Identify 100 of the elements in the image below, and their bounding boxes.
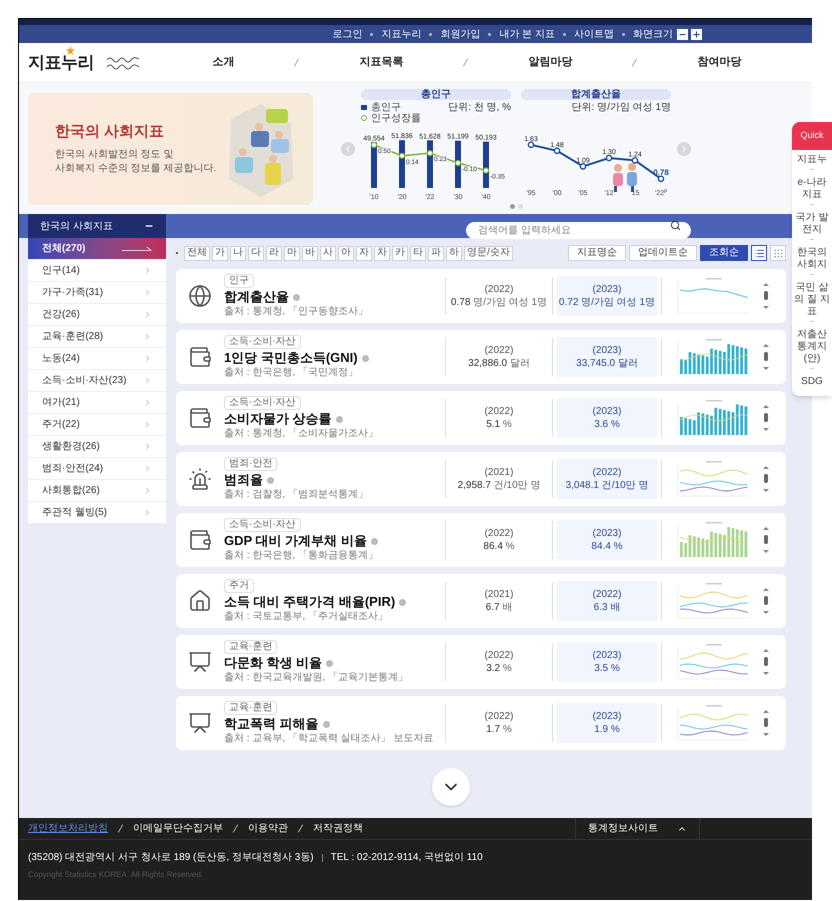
search-icon[interactable] <box>670 220 681 231</box>
info-icon[interactable] <box>326 660 334 666</box>
quick-menu-link[interactable]: 국가 발전지 <box>792 212 832 236</box>
sidebar-item[interactable]: 여가(21) <box>28 392 166 414</box>
letter-filter[interactable]: 파 <box>428 246 444 260</box>
reorder-handle-icon[interactable] <box>762 283 770 309</box>
nav-link[interactable]: 지표목록 <box>359 54 404 71</box>
indicator-title[interactable]: 다문화 학생 비율 <box>224 655 322 671</box>
indicator-title[interactable]: GDP 대비 가계부채 비율 <box>224 533 367 549</box>
sidebar-item[interactable]: 인구(14) <box>28 260 166 282</box>
letter-filter[interactable]: 타 <box>410 246 426 260</box>
site-logo[interactable]: 지표누리 <box>28 52 94 72</box>
letter-filter[interactable]: 하 <box>446 246 462 260</box>
quick-menu-link[interactable]: 국민 삶의 질 지표 <box>792 282 832 318</box>
info-icon[interactable] <box>370 538 378 544</box>
zoom-out-button[interactable] <box>677 28 688 40</box>
sort-button[interactable]: 지표명순 <box>568 245 626 261</box>
quick-menu-link[interactable]: 한국의 사회지 <box>792 247 832 271</box>
sidebar-item[interactable]: 사회통합(26) <box>28 480 166 502</box>
letter-filter[interactable]: 마 <box>284 246 300 260</box>
info-icon[interactable] <box>322 720 330 728</box>
sidebar-item[interactable]: 생활환경(26) <box>28 436 166 458</box>
indicator-card[interactable]: 소득·소비·자산 소비자물가 상승률 출처 : 통계청, 「소비자물가조사」 (2022) 5.1 % (2023) 3.6 % <box>176 391 786 445</box>
info-icon[interactable] <box>362 354 369 362</box>
footer-link[interactable]: 개인정보처리방침 <box>28 821 108 836</box>
nav-link[interactable]: 알림마당 <box>528 54 572 71</box>
letter-filter[interactable]: 아 <box>338 246 354 260</box>
sidebar-item[interactable]: 교육·훈련(28) <box>28 326 166 348</box>
letter-filter[interactable]: 가 <box>212 246 228 260</box>
sidebar-item[interactable]: 전체(270) <box>28 238 166 260</box>
sidebar-header[interactable]: 한국의 사회지표 <box>28 214 166 238</box>
sidebar-item[interactable]: 범죄·안전(24) <box>28 458 166 480</box>
letter-filter[interactable]: 라 <box>266 246 282 260</box>
utility-link[interactable]: 회원가입 <box>440 26 480 42</box>
quick-menu-link[interactable]: 저출산 통계지 (안) <box>792 329 832 365</box>
sidebar-item[interactable]: 소득·소비·자산(23) <box>28 370 166 392</box>
reorder-handle-icon[interactable] <box>762 710 770 736</box>
reorder-handle-icon[interactable] <box>762 588 770 614</box>
letter-filter[interactable]: 자 <box>356 246 372 260</box>
letter-filter[interactable]: 차 <box>374 246 390 260</box>
reorder-handle-icon[interactable] <box>762 649 770 675</box>
letter-filter[interactable]: 전체 <box>184 246 210 260</box>
sidebar-item[interactable]: 노동(24) <box>28 348 166 370</box>
reorder-handle-icon[interactable] <box>762 527 770 553</box>
indicator-card[interactable]: 교육·훈련 학교폭력 피해율 출처 : 교육부, 「학교폭력 실태조사」 보도자료 (2022) 1.7 % (2023) 1.9 % <box>176 696 786 750</box>
family-site-select[interactable]: 통계정보사이트 <box>575 818 700 840</box>
fertility-point <box>606 154 612 161</box>
indicator-card[interactable]: 소득·소비·자산 GDP 대비 가계부채 비율 출처 : 한국은행, 「통화금융통계」 (2022) 86.4 % (2023) 84.4 % <box>176 513 786 567</box>
indicator-title[interactable]: 합계출산율 <box>224 289 289 305</box>
next-slide-button[interactable] <box>677 142 691 156</box>
chevron-right-icon <box>143 442 152 451</box>
list-view-button[interactable] <box>751 245 767 261</box>
info-icon[interactable] <box>399 598 406 606</box>
footer-link[interactable]: 저작권정책 <box>313 821 363 836</box>
indicator-title[interactable]: 소비자물가 상승률 <box>224 411 332 427</box>
letter-filter[interactable]: 사 <box>320 246 336 260</box>
load-more-button[interactable] <box>432 768 470 806</box>
footer-link[interactable]: 이용약관 <box>248 821 288 836</box>
sidebar-item[interactable]: 가구·가족(31) <box>28 282 166 304</box>
utility-link[interactable]: 지표누리 <box>381 26 422 42</box>
indicator-title[interactable]: 소득 대비 주택가격 배율(PIR) <box>224 594 396 610</box>
zoom-in-button[interactable] <box>691 28 702 40</box>
quick-menu-link[interactable]: e-나라 지표 <box>792 177 832 201</box>
indicator-card[interactable]: 교육·훈련 다문화 학생 비율 출처 : 한국교육개발원, 「교육기본통계」 (2022) 3.2 % (2023) 3.5 % <box>176 635 786 689</box>
sort-button[interactable]: 조회순 <box>700 245 748 261</box>
letter-filter[interactable]: 나 <box>230 246 246 260</box>
letter-filter[interactable]: 카 <box>392 246 408 260</box>
indicator-card[interactable]: 소득·소비·자산 1인당 국민총소득(GNI) 출처 : 한국은행, 「국민계정」 (2022) 32,886.0 달러 (2023) 33,745.0 달러 <box>176 330 786 384</box>
utility-link[interactable]: 화면크기 <box>633 26 673 42</box>
nav-link[interactable]: 참여마당 <box>697 54 742 71</box>
info-icon[interactable] <box>293 294 300 300</box>
legend-swatch <box>361 104 367 110</box>
letter-filter[interactable]: 다 <box>248 246 264 260</box>
footer-link[interactable]: 이메일무단수집거부 <box>133 821 223 836</box>
letter-filter[interactable]: 영문/숫자 <box>464 246 513 260</box>
reorder-handle-icon[interactable] <box>762 466 770 492</box>
indicator-title[interactable]: 범죄율 <box>224 472 263 488</box>
search-field[interactable]: 검색어를 입력하세요 <box>466 222 691 239</box>
reorder-handle-icon[interactable] <box>762 405 770 431</box>
nav-link[interactable]: 소개 <box>212 54 234 71</box>
info-icon[interactable] <box>336 416 343 422</box>
sort-button[interactable]: 업데이트순 <box>629 245 697 261</box>
source-text: 출처 : 통계청, 「소비자물가조사」 <box>224 428 379 440</box>
sidebar-item[interactable]: 주관적 웰빙(5) <box>28 502 166 524</box>
info-icon[interactable] <box>267 476 274 484</box>
utility-link[interactable]: 로그인 <box>332 26 362 42</box>
reorder-handle-icon[interactable] <box>762 344 770 370</box>
utility-link[interactable]: 사이트맵 <box>574 26 614 42</box>
previous-slide-button[interactable] <box>341 142 355 156</box>
sidebar-item[interactable]: 주거(22) <box>28 414 166 436</box>
quick-menu-link[interactable]: 지표누 <box>796 154 828 166</box>
indicator-card[interactable]: 인구 합계출산율 출처 : 통계청, 「인구동향조사」 (2022) 0.78 명/가임 여성 1명 (2023) 0.72 명/가임 여성 1명 <box>176 269 786 323</box>
utility-link[interactable]: 내가 본 지표 <box>499 26 555 42</box>
indicator-title[interactable]: 1인당 국민총소득(GNI) <box>224 350 358 366</box>
indicator-card[interactable]: 주거 소득 대비 주택가격 배율(PIR) 출처 : 국토교통부, 「주거실태조사」 (2021) 6.7 배 (2022) 6.3 배 <box>176 574 786 628</box>
sidebar-item[interactable]: 건강(26) <box>28 304 166 326</box>
letter-filter[interactable]: 바 <box>302 246 318 260</box>
indicator-title[interactable]: 학교폭력 피해율 <box>224 716 319 732</box>
quick-menu-link[interactable]: SDG <box>800 376 824 388</box>
indicator-card[interactable]: 범죄·안전 범죄율 출처 : 검찰청, 「범죄분석통계」 (2021) 2,958.7 건/10만 명 (2022) 3,048.1 건/10만 명 <box>176 452 786 506</box>
